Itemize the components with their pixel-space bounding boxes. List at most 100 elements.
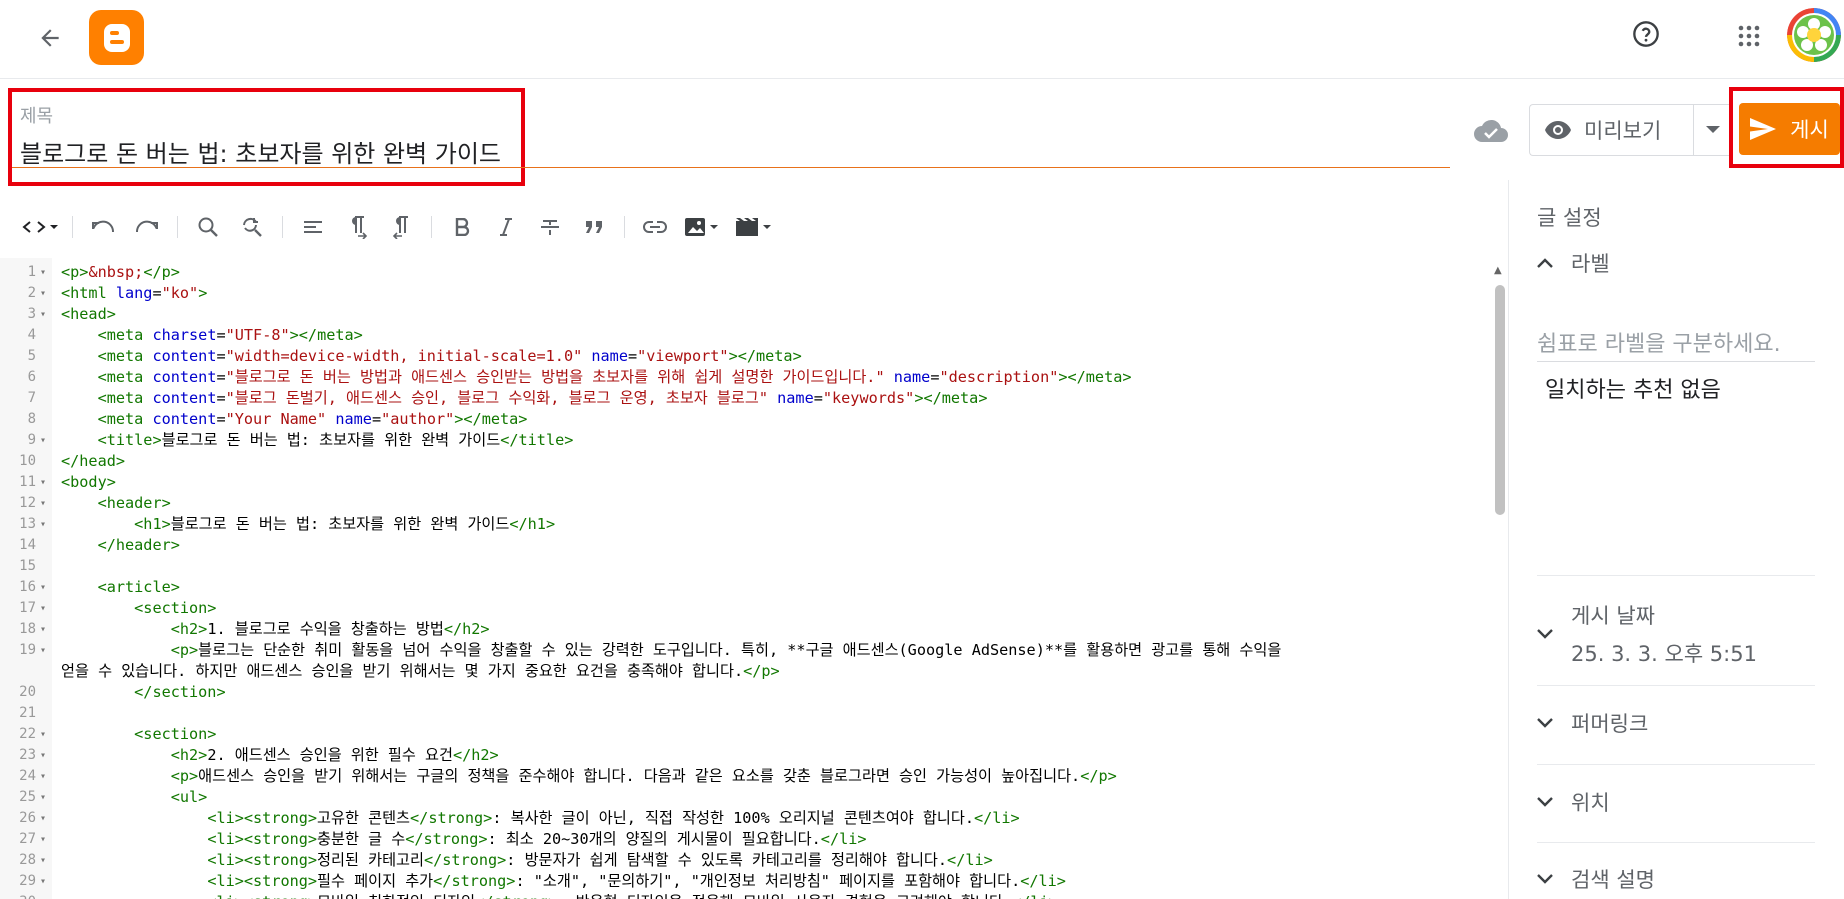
find-replace-icon bbox=[243, 217, 262, 237]
line-number: 17 bbox=[19, 600, 36, 616]
fold-arrow-icon[interactable]: ▾ bbox=[40, 724, 46, 745]
line-number: 26 bbox=[19, 810, 36, 826]
find-replace-button[interactable] bbox=[230, 207, 274, 247]
line-number: 28 bbox=[19, 852, 36, 868]
bold-icon bbox=[455, 218, 470, 236]
fold-arrow-icon[interactable]: ▾ bbox=[40, 808, 46, 829]
line-number: 19 bbox=[19, 642, 36, 658]
apps-button[interactable] bbox=[1729, 16, 1769, 56]
fold-arrow-icon[interactable]: ▾ bbox=[40, 892, 46, 899]
code-text: </head> bbox=[61, 452, 126, 470]
redo-icon bbox=[135, 220, 158, 233]
cloud-saved-icon bbox=[1473, 115, 1509, 145]
fold-arrow-icon[interactable]: ▾ bbox=[40, 514, 46, 535]
code-text: <html lang="ko"> bbox=[61, 284, 208, 302]
strikethrough-button[interactable] bbox=[528, 207, 572, 247]
fold-arrow-icon[interactable]: ▾ bbox=[40, 472, 46, 493]
html-view-toggle[interactable] bbox=[18, 207, 64, 247]
ltr-button[interactable] bbox=[335, 207, 379, 247]
editor-scrollbar[interactable]: ▲ bbox=[1492, 265, 1506, 899]
align-button[interactable] bbox=[291, 207, 335, 247]
publish-date-section[interactable]: 게시 날짜 25. 3. 3. 오후 5:51 bbox=[1537, 600, 1757, 668]
back-button[interactable] bbox=[30, 18, 70, 58]
line-number: 7 bbox=[27, 390, 36, 406]
fold-arrow-icon[interactable]: ▾ bbox=[40, 829, 46, 850]
search-description-heading: 검색 설명 bbox=[1571, 868, 1655, 892]
bold-button[interactable] bbox=[440, 207, 484, 247]
html-code-editor[interactable]: 1 ▾ <p>&nbsp;</p> 2 ▾ <html lang="ko"> 3 ▾ <head… bbox=[0, 258, 1508, 899]
toolbar-separator bbox=[431, 216, 432, 238]
eye-icon bbox=[1545, 121, 1571, 139]
code-text: <p>애드센스 승인을 받기 위해서는 구글의 정책을 준수해야 합니다. 다음… bbox=[170, 767, 1117, 785]
insert-image-button[interactable] bbox=[677, 207, 727, 247]
labels-input[interactable]: 쉼표로 라벨을 구분하세요. bbox=[1537, 326, 1815, 362]
search-button[interactable] bbox=[186, 207, 230, 247]
labels-section-header[interactable]: 라벨 bbox=[1537, 248, 1610, 278]
code-text: <h2>1. 블로그로 수익을 창출하는 방법</h2> bbox=[170, 620, 490, 638]
fold-arrow-icon[interactable]: ▾ bbox=[40, 640, 46, 661]
code-text: <meta content="width=device-width, initi… bbox=[97, 347, 802, 365]
fold-arrow-icon[interactable]: ▾ bbox=[40, 745, 46, 766]
fold-arrow-icon[interactable]: ▾ bbox=[40, 304, 46, 325]
fold-arrow-icon[interactable]: ▾ bbox=[40, 283, 46, 304]
quote-button[interactable] bbox=[572, 207, 616, 247]
undo-button[interactable] bbox=[81, 207, 125, 247]
code-text: <section> bbox=[134, 599, 217, 617]
toolbar-separator bbox=[282, 216, 283, 238]
redo-button[interactable] bbox=[125, 207, 169, 247]
preview-button[interactable]: 미리보기 bbox=[1529, 104, 1693, 156]
title-input[interactable]: 블로그로 돈 버는 법: 초보자를 위한 완벽 가이드 bbox=[20, 134, 501, 169]
fold-arrow-icon[interactable]: ▾ bbox=[40, 766, 46, 787]
scroll-thumb[interactable] bbox=[1495, 285, 1505, 515]
fold-arrow-icon[interactable]: ▾ bbox=[40, 262, 46, 283]
publish-button[interactable]: 게시 bbox=[1739, 103, 1840, 155]
line-number: 9 bbox=[27, 432, 36, 448]
arrow-left-icon bbox=[41, 29, 59, 47]
undo-icon bbox=[92, 220, 115, 233]
line-number: 23 bbox=[19, 747, 36, 763]
code-text: <meta content="Your Name" name="author">… bbox=[97, 410, 528, 428]
code-text: <header> bbox=[97, 494, 171, 512]
code-text: </section> bbox=[134, 683, 226, 701]
link-button[interactable] bbox=[633, 207, 677, 247]
permalink-section[interactable]: 퍼머링크 bbox=[1537, 708, 1648, 738]
toolbar-separator bbox=[72, 216, 73, 238]
fold-arrow-icon[interactable]: ▾ bbox=[40, 430, 46, 451]
labels-heading: 라벨 bbox=[1571, 252, 1610, 276]
paragraph-rtl-icon bbox=[392, 216, 408, 239]
labels-no-match-text: 일치하는 추천 없음 bbox=[1545, 378, 1721, 403]
line-number: 4 bbox=[27, 327, 36, 343]
divider bbox=[1537, 842, 1815, 843]
scroll-up-arrow-icon[interactable]: ▲ bbox=[1494, 265, 1502, 276]
code-text: <meta charset="UTF-8"></meta> bbox=[97, 326, 363, 344]
avatar[interactable] bbox=[1787, 8, 1841, 62]
paragraph-ltr-icon bbox=[352, 216, 368, 239]
location-section[interactable]: 위치 bbox=[1537, 787, 1610, 817]
search-description-section[interactable]: 검색 설명 bbox=[1537, 864, 1655, 894]
title-underline bbox=[12, 167, 1450, 168]
blogger-logo-icon[interactable] bbox=[89, 10, 144, 65]
toolbar-separator bbox=[624, 216, 625, 238]
line-number: 11 bbox=[19, 474, 36, 490]
fold-arrow-icon[interactable]: ▾ bbox=[40, 871, 46, 892]
line-number: 10 bbox=[19, 453, 36, 469]
fold-arrow-icon[interactable]: ▾ bbox=[40, 850, 46, 871]
italic-button[interactable] bbox=[484, 207, 528, 247]
fold-arrow-icon[interactable]: ▾ bbox=[40, 577, 46, 598]
chevron-down-icon bbox=[1537, 874, 1553, 884]
fold-arrow-icon[interactable]: ▾ bbox=[40, 787, 46, 808]
code-text: <body> bbox=[61, 473, 116, 491]
line-number: 24 bbox=[19, 768, 36, 784]
line-number: 18 bbox=[19, 621, 36, 637]
rtl-button[interactable] bbox=[379, 207, 423, 247]
divider bbox=[1537, 764, 1815, 765]
preview-menu-button[interactable] bbox=[1693, 104, 1733, 156]
code-text: <section> bbox=[134, 725, 217, 743]
panel-title: 글 설정 bbox=[1537, 206, 1602, 230]
insert-video-button[interactable] bbox=[727, 207, 781, 247]
title-field[interactable]: 제목 블로그로 돈 버는 법: 초보자를 위한 완벽 가이드 bbox=[8, 88, 525, 186]
fold-arrow-icon[interactable]: ▾ bbox=[40, 619, 46, 640]
help-button[interactable] bbox=[1626, 14, 1666, 54]
fold-arrow-icon[interactable]: ▾ bbox=[40, 493, 46, 514]
fold-arrow-icon[interactable]: ▾ bbox=[40, 598, 46, 619]
